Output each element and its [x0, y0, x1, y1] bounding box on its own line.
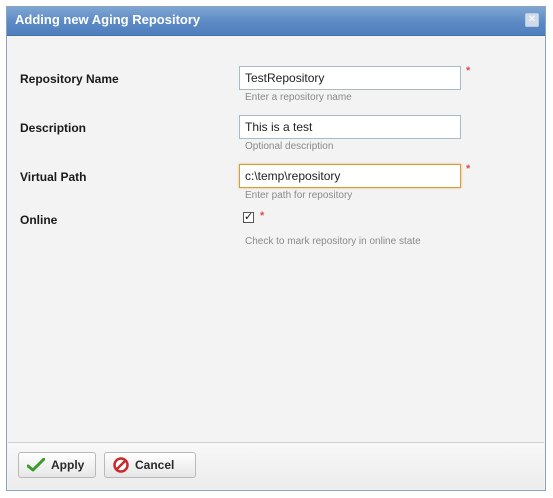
asterisk-icon: *: [260, 210, 265, 222]
description-label: Description: [20, 121, 87, 135]
apply-button-label: Apply: [51, 458, 85, 472]
repository-name-label: Repository Name: [20, 72, 119, 86]
virtual-path-label: Virtual Path: [20, 170, 87, 184]
cancel-button-label: Cancel: [135, 458, 175, 472]
checkmark-icon: [27, 458, 45, 472]
dialog-title: Adding new Aging Repository: [15, 12, 201, 27]
description-input[interactable]: [239, 115, 461, 139]
online-checkbox[interactable]: ✓: [243, 212, 254, 223]
repository-name-hint: Enter a repository name: [245, 92, 352, 103]
apply-button[interactable]: Apply: [18, 452, 96, 478]
virtual-path-input[interactable]: [239, 164, 461, 188]
add-repository-dialog: Adding new Aging Repository ✕ Repository…: [6, 6, 546, 491]
cancel-button[interactable]: Cancel: [104, 452, 196, 478]
close-icon[interactable]: ✕: [525, 13, 539, 27]
description-hint: Optional description: [245, 141, 334, 152]
online-hint: Check to mark repository in online state: [245, 236, 421, 247]
online-label: Online: [20, 213, 58, 227]
asterisk-icon: *: [466, 163, 471, 175]
virtual-path-hint: Enter path for repository: [245, 190, 353, 201]
no-entry-icon: [113, 457, 129, 473]
repository-name-input[interactable]: [239, 66, 461, 90]
asterisk-icon: *: [466, 65, 471, 77]
form-content: Repository Name * Enter a repository nam…: [8, 37, 544, 443]
dialog-titlebar: Adding new Aging Repository ✕: [7, 7, 545, 36]
dialog-footer: Apply Cancel: [8, 442, 544, 489]
